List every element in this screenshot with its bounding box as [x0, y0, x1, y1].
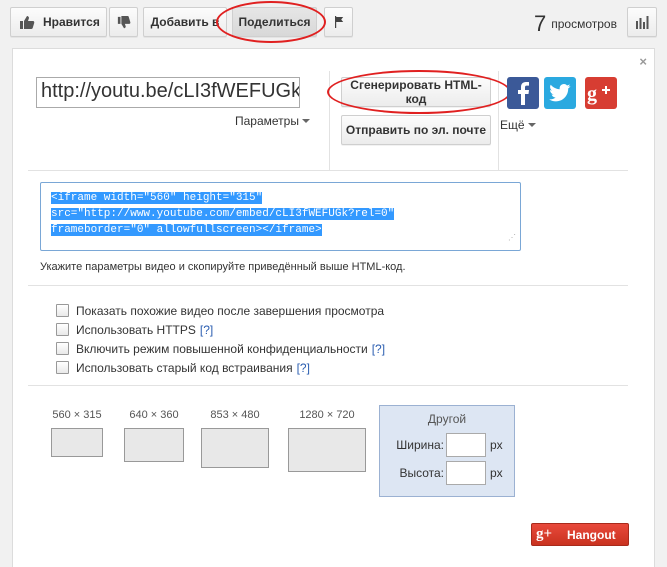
option-label: Использовать старый код встраивания: [76, 360, 293, 375]
thumbs-down-icon: [117, 15, 131, 30]
embed-code-line: src="http://www.youtube.com/embed/cLI3fW…: [51, 208, 395, 220]
share-panel: × http://youtu.be/cLI3fWEFUGk Параметры …: [12, 48, 655, 567]
checkbox[interactable]: [56, 342, 69, 355]
add-to-button[interactable]: Добавить в: [143, 7, 227, 37]
size-option-853[interactable]: 853 × 480: [197, 409, 273, 468]
divider: [28, 385, 628, 386]
share-url-field[interactable]: http://youtu.be/cLI3fWEFUGk: [36, 77, 300, 108]
stats-button[interactable]: [627, 7, 657, 37]
chevron-down-icon: [301, 119, 310, 123]
size-label: 853 × 480: [210, 409, 260, 421]
action-bar: Нравится Добавить в Поделиться 7 просмотр…: [0, 0, 667, 44]
embed-options: Показать похожие видео после завершения …: [56, 301, 385, 377]
view-count: 7 просмотров: [534, 11, 617, 37]
params-label: Параметры: [235, 114, 299, 128]
thumbs-up-icon: [19, 15, 35, 30]
like-label: Нравится: [43, 15, 100, 29]
checkbox[interactable]: [56, 304, 69, 317]
dislike-button[interactable]: [109, 7, 138, 37]
height-input[interactable]: [446, 461, 486, 485]
size-label: 640 × 360: [129, 409, 179, 421]
size-preview: [124, 428, 184, 462]
view-count-label: просмотров: [551, 17, 617, 31]
width-label: Ширина:: [396, 438, 444, 452]
divider: [329, 71, 330, 171]
chevron-down-icon: [527, 123, 536, 127]
option-use-https[interactable]: Использовать HTTPS [?]: [56, 320, 385, 339]
svg-text:g: g: [587, 83, 597, 105]
option-label: Включить режим повышенной конфиденциальн…: [76, 341, 368, 356]
twitter-icon[interactable]: [544, 77, 576, 109]
hangout-button[interactable]: g+ Hangout: [531, 523, 629, 546]
height-unit: px: [490, 466, 503, 480]
add-to-label: Добавить в: [150, 15, 220, 29]
size-label: 1280 × 720: [299, 409, 355, 421]
generate-html-label: Сгенерировать HTML-код: [350, 78, 482, 106]
size-option-640[interactable]: 640 × 360: [118, 409, 190, 462]
width-input[interactable]: [446, 433, 486, 457]
option-show-related[interactable]: Показать похожие видео после завершения …: [56, 301, 385, 320]
size-label: 560 × 315: [52, 409, 102, 421]
size-preview: [51, 428, 103, 457]
divider: [498, 71, 499, 171]
flag-button[interactable]: [324, 7, 353, 37]
generate-html-button[interactable]: Сгенерировать HTML-код: [341, 77, 491, 107]
embed-code-line: frameborder="0" allowfullscreen></iframe…: [51, 224, 322, 236]
resize-handle-icon[interactable]: ⋰: [508, 231, 516, 247]
size-preview: [288, 428, 366, 472]
more-dropdown[interactable]: Ещё: [500, 118, 536, 132]
height-label: Высота:: [399, 466, 444, 480]
size-option-1280[interactable]: 1280 × 720: [282, 409, 372, 472]
share-label: Поделиться: [238, 15, 311, 29]
option-label: Показать похожие видео после завершения …: [76, 303, 385, 318]
close-icon[interactable]: ×: [639, 54, 647, 69]
size-preview: [201, 428, 269, 468]
embed-code-textarea[interactable]: <iframe width="560" height="315" src="ht…: [40, 182, 521, 251]
flag-icon: [334, 16, 344, 28]
option-label: Использовать HTTPS: [76, 322, 196, 337]
embed-hint: Укажите параметры видео и скопируйте при…: [40, 261, 406, 273]
facebook-icon[interactable]: [507, 77, 539, 109]
width-unit: px: [490, 438, 503, 452]
checkbox[interactable]: [56, 361, 69, 374]
help-link[interactable]: [?]: [297, 361, 310, 375]
params-dropdown[interactable]: Параметры: [235, 114, 310, 128]
bar-chart-icon: [635, 15, 649, 29]
divider: [28, 170, 628, 171]
email-button[interactable]: Отправить по эл. почте: [341, 115, 491, 145]
google-plus-icon: g+: [536, 526, 553, 542]
email-label: Отправить по эл. почте: [345, 123, 487, 137]
custom-size-panel: Другой Ширина: px Высота: px: [379, 405, 515, 497]
more-label: Ещё: [500, 118, 525, 132]
custom-size-title: Другой: [427, 412, 467, 426]
checkbox[interactable]: [56, 323, 69, 336]
like-button[interactable]: Нравится: [10, 7, 107, 37]
embed-code-line: <iframe width="560" height="315": [51, 192, 263, 204]
option-old-embed[interactable]: Использовать старый код встраивания [?]: [56, 358, 385, 377]
hangout-label: Hangout: [567, 527, 616, 542]
google-plus-icon[interactable]: g: [585, 77, 617, 109]
size-option-560[interactable]: 560 × 315: [40, 409, 114, 457]
share-button[interactable]: Поделиться: [232, 7, 317, 37]
option-privacy-mode[interactable]: Включить режим повышенной конфиденциальн…: [56, 339, 385, 358]
view-count-number: 7: [534, 11, 547, 36]
help-link[interactable]: [?]: [372, 342, 385, 356]
help-link[interactable]: [?]: [200, 323, 213, 337]
divider: [28, 285, 628, 286]
